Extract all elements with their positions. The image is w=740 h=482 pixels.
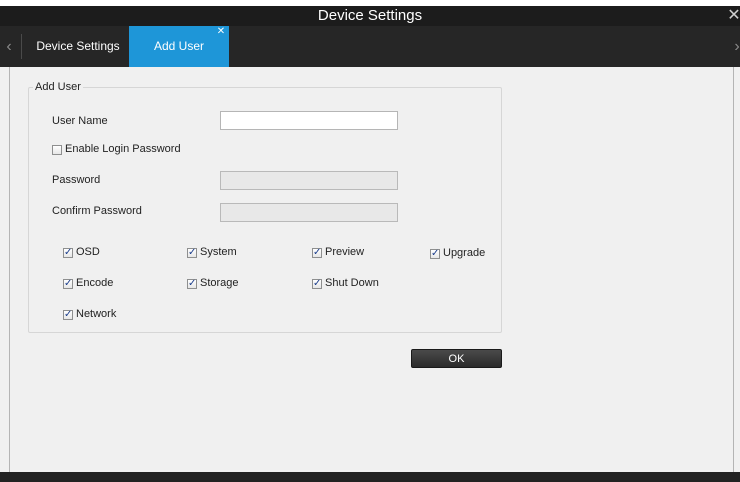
password-label: Password <box>52 174 101 186</box>
user-name-label: User Name <box>52 115 108 127</box>
chevron-right-icon[interactable]: › <box>730 26 740 67</box>
ok-button[interactable]: OK <box>411 349 502 368</box>
enable-login-password-checkbox[interactable]: Enable Login Password <box>52 143 181 156</box>
tab-label: Add User <box>153 39 205 53</box>
permission-upgrade-checkbox[interactable]: Upgrade <box>430 247 485 260</box>
bottom-bar <box>0 472 740 482</box>
tab-label: Device Settings <box>36 39 120 53</box>
checkbox-box <box>187 246 197 259</box>
permission-label: Shut Down <box>325 277 379 289</box>
checkbox-box <box>63 246 73 259</box>
checkbox-box <box>63 277 73 290</box>
permission-encode-checkbox[interactable]: Encode <box>63 277 113 290</box>
checkbox-box <box>52 144 62 155</box>
checkbox-box <box>312 246 322 259</box>
permission-network-checkbox[interactable]: Network <box>63 308 116 321</box>
permission-label: Upgrade <box>443 247 486 259</box>
permission-label: Storage <box>200 277 239 289</box>
title-bar: Device Settings ✕ <box>0 6 740 26</box>
password-input[interactable] <box>220 171 398 190</box>
tab-add-user[interactable]: Add User ✕ <box>129 26 229 67</box>
checkbox-box <box>187 277 197 290</box>
add-user-group-title: Add User <box>33 81 83 93</box>
permission-osd-checkbox[interactable]: OSD <box>63 246 100 259</box>
permission-label: OSD <box>76 246 100 258</box>
tab-bar: ‹ Device Settings Add User ✕ › <box>0 26 740 67</box>
permission-preview-checkbox[interactable]: Preview <box>312 246 364 259</box>
chevron-left-icon[interactable]: ‹ <box>2 26 16 67</box>
enable-login-password-label: Enable Login Password <box>65 143 181 155</box>
checkbox-box <box>63 308 73 321</box>
permission-shut-down-checkbox[interactable]: Shut Down <box>312 277 379 290</box>
checkbox-box <box>312 277 322 290</box>
tab-divider <box>21 34 22 59</box>
confirm-password-label: Confirm Password <box>52 205 142 217</box>
permission-label: System <box>200 246 237 258</box>
close-icon[interactable]: ✕ <box>726 6 740 26</box>
tab-close-icon[interactable]: ✕ <box>216 27 226 37</box>
user-name-input[interactable] <box>220 111 398 130</box>
tab-device-settings[interactable]: Device Settings <box>27 26 129 67</box>
permission-label: Network <box>76 308 117 320</box>
permission-label: Encode <box>76 277 114 289</box>
permission-system-checkbox[interactable]: System <box>187 246 237 259</box>
checkbox-box <box>430 247 440 260</box>
window-title: Device Settings <box>317 7 423 24</box>
permission-storage-checkbox[interactable]: Storage <box>187 277 239 290</box>
permission-label: Preview <box>325 246 365 258</box>
confirm-password-input[interactable] <box>220 203 398 222</box>
